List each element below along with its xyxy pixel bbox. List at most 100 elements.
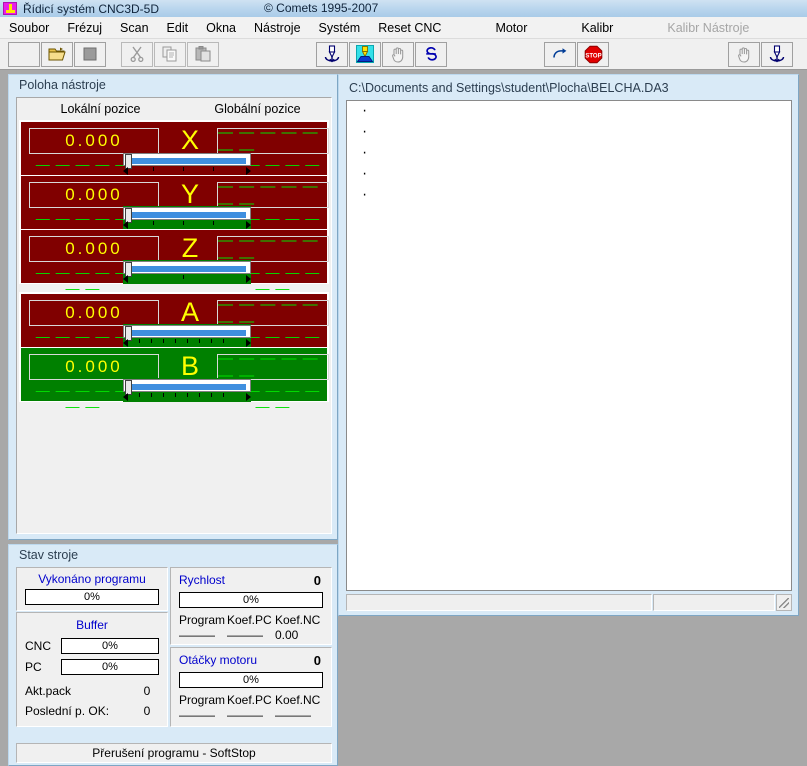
menu-system[interactable]: Systém [310, 19, 370, 37]
axis-a-local-value[interactable]: 0.000 [29, 300, 159, 326]
editor-statusbar-pane-2 [653, 594, 776, 611]
axis-x-tick-arrow-right [246, 167, 251, 175]
axis-z-global-value: — — — — — — — [217, 232, 329, 266]
open-folder-icon [48, 47, 66, 61]
stop-button[interactable]: STOP [577, 41, 609, 67]
tool-measure-button[interactable] [349, 41, 381, 67]
axis-x-slider-fill [131, 157, 247, 165]
speed-col-program: Program [179, 613, 226, 627]
save-icon [83, 47, 97, 61]
axis-z-tick-arrow-right [246, 275, 251, 283]
axis-z-slider[interactable] [123, 260, 251, 284]
buffer-cnc-progress: 0% [61, 638, 159, 654]
position-column-headers: Lokální pozice Globální pozice [17, 98, 331, 120]
copy-icon [162, 46, 177, 62]
menu-reset-cnc[interactable]: Reset CNC [369, 19, 450, 37]
axis-a-global-value: — — — — — — — [217, 296, 329, 330]
axis-b-slider-track [123, 379, 251, 395]
save-file-button[interactable] [74, 41, 106, 67]
tool-position-body: Lokální pozice Globální pozice 0.000 X —… [16, 97, 332, 534]
paste-button[interactable] [187, 41, 219, 67]
spindle-val-koef-nc: ——— [275, 708, 311, 722]
axis-row-b: 0.000 B — — — — — — — — — — — — — — — — … [20, 347, 329, 414]
spindle-col-program: Program [179, 693, 226, 707]
axis-x-slider[interactable] [123, 152, 251, 176]
buffer-pc-label: PC [25, 660, 42, 674]
paste-icon [195, 46, 211, 62]
axis-b-local-value[interactable]: 0.000 [29, 354, 159, 380]
axis-y-slider[interactable] [123, 206, 251, 230]
spindle-val-program: ——— [179, 708, 215, 722]
machine-status-message: Přerušení programu - SoftStop [16, 743, 332, 763]
editor-file-path: C:\Documents and Settings\student\Plocha… [349, 81, 669, 95]
axis-x-tick-arrow-left [123, 167, 128, 175]
axis-row-z: 0.000 Z — — — — — — — — — — — — — — — — … [20, 229, 329, 296]
axis-z-slider-ticks [123, 275, 251, 283]
speed-box: Rychlost 0 0% Program Koef.PC Koef.NC ——… [170, 567, 332, 645]
copy-button[interactable] [154, 41, 186, 67]
tool-position-panel: Poloha nástroje Lokální pozice Globální … [8, 74, 338, 540]
spindle-box: Otáčky motoru 0 0% Program Koef.PC Koef.… [170, 647, 332, 727]
menu-nastroje[interactable]: Nástroje [245, 19, 310, 37]
tool-down-button[interactable] [316, 41, 348, 67]
menu-scan[interactable]: Scan [111, 19, 158, 37]
buffer-cnc-label: CNC [25, 639, 51, 653]
axis-z-left-dashes: — — — — — — — [35, 264, 131, 296]
spindle-button[interactable] [415, 41, 447, 67]
axis-a-slider-fill [131, 329, 247, 337]
speed-columns: Program Koef.PC Koef.NC [179, 613, 323, 627]
editor-line: · [361, 146, 369, 160]
axis-a-tick-arrow-right [246, 339, 251, 347]
buffer-pc-row: PC 0% [25, 659, 159, 675]
svg-text:STOP: STOP [585, 53, 601, 59]
redo-arrow-icon [553, 48, 567, 58]
menu-frezuj[interactable]: Frézuj [58, 19, 111, 37]
menu-soubor[interactable]: Soubor [0, 19, 58, 37]
axis-group-xyz: 0.000 X — — — — — — — — — — — — — — — — … [19, 120, 329, 296]
axis-row-y: 0.000 Y — — — — — — — — — — — — — — — — … [20, 175, 329, 242]
window-titlebar: Řídicí systém CNC3D-5D © Comets 1995-200… [0, 0, 807, 17]
resize-grip[interactable] [776, 594, 793, 611]
axis-a-slider[interactable] [123, 324, 251, 348]
axis-y-local-value[interactable]: 0.000 [29, 182, 159, 208]
spindle-values: ——— ——— ——— [179, 708, 323, 722]
speed-progress: 0% [179, 592, 323, 608]
mdi-workspace: Poloha nástroje Lokální pozice Globální … [0, 70, 807, 766]
akt-pack-row: Akt.pack 0 [25, 684, 159, 698]
tool-measure-icon [356, 45, 374, 63]
axis-z-tick-arrow-left [123, 275, 128, 283]
editor-text-area[interactable]: · · · · · [346, 100, 792, 591]
axis-y-slider-ticks [123, 221, 251, 229]
axis-y-slider-fill [131, 211, 247, 219]
buffer-box: Buffer CNC 0% PC 0% Akt.pack 0 Poslední … [16, 612, 168, 727]
run-button[interactable] [544, 41, 576, 67]
hand-icon [737, 46, 749, 63]
editor-line: · [361, 188, 369, 202]
machine-status-panel: Stav stroje Vykonáno programu 0% Buffer … [8, 544, 338, 766]
axis-x-local-value[interactable]: 0.000 [29, 128, 159, 154]
new-file-button[interactable] [8, 41, 40, 67]
speed-values: ——— ——— 0.00 [179, 628, 323, 642]
menu-kalibr[interactable]: Kalibr [572, 19, 622, 37]
menu-edit[interactable]: Edit [158, 19, 198, 37]
axis-row-x: 0.000 X — — — — — — — — — — — — — — — — … [20, 121, 329, 188]
axis-z-local-value[interactable]: 0.000 [29, 236, 159, 262]
buffer-cnc-row: CNC 0% [25, 638, 159, 654]
editor-statusbar-pane-1 [346, 594, 653, 611]
editor-line: · [361, 104, 369, 118]
menu-motor[interactable]: Motor [486, 19, 536, 37]
axis-b-slider[interactable] [123, 378, 251, 402]
axis-a-slider-ticks [123, 339, 251, 347]
axis-z-slider-fill [131, 265, 247, 273]
open-file-button[interactable] [41, 41, 73, 67]
last-ok-label: Poslední p. OK: [25, 704, 110, 718]
hand-move-button[interactable] [382, 41, 414, 67]
axis-y-tick-arrow-left [123, 221, 128, 229]
hand-jog-button[interactable] [728, 41, 760, 67]
tool-ref-button[interactable] [761, 41, 793, 67]
buffer-pc-progress: 0% [61, 659, 159, 675]
machine-status-title: Stav stroje [19, 548, 79, 562]
cut-button[interactable] [121, 41, 153, 67]
menu-okna[interactable]: Okna [197, 19, 245, 37]
last-ok-value: 0 [143, 704, 151, 718]
